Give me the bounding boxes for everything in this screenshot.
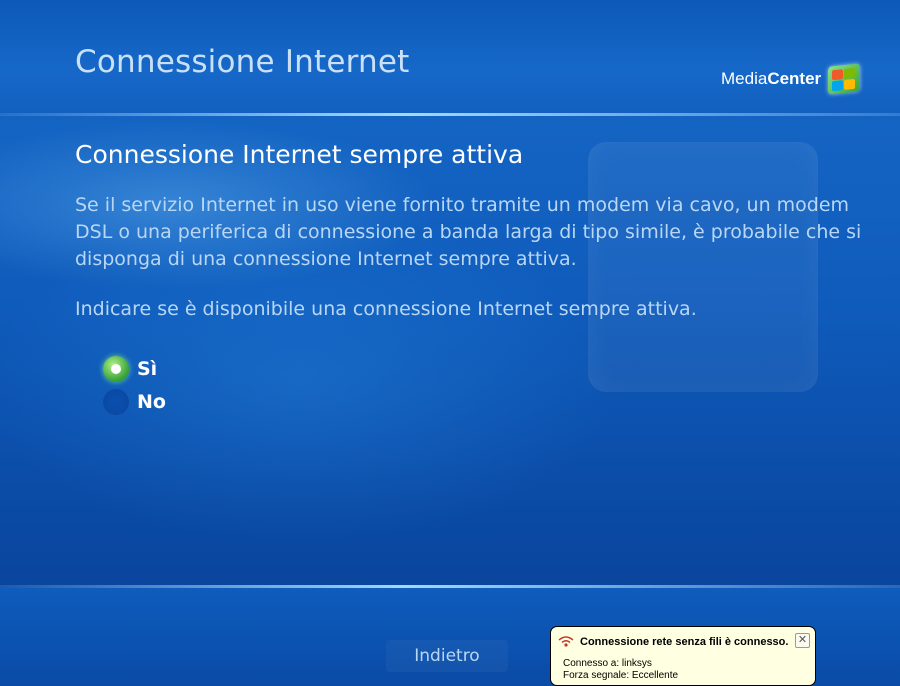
radio-option-si[interactable]: Sì: [103, 356, 157, 382]
radio-unselected-icon[interactable]: [103, 389, 129, 415]
question-text: Indicare se è disponibile una connession…: [75, 298, 697, 320]
radio-selected-icon[interactable]: [103, 356, 129, 382]
back-button[interactable]: Indietro: [386, 640, 508, 672]
windows-flag-icon: [828, 63, 861, 95]
media-center-window: Connessione Internet MediaCenter Conness…: [0, 0, 900, 686]
notification-connected-to: Connesso a: linksys: [563, 658, 652, 669]
radio-label-si[interactable]: Sì: [137, 358, 157, 380]
notification-title: Connessione rete senza fili è connesso.: [580, 636, 789, 648]
wireless-network-icon: [558, 636, 574, 647]
media-center-logo: MediaCenter: [721, 63, 861, 95]
logo-prefix: Media: [721, 69, 768, 88]
page-title: Connessione Internet: [75, 44, 410, 80]
close-icon[interactable]: ✕: [795, 633, 810, 648]
radio-option-no[interactable]: No: [103, 389, 166, 415]
radio-label-no[interactable]: No: [137, 391, 166, 413]
logo-bold: Center: [767, 69, 822, 88]
footer-divider: [0, 585, 900, 588]
section-heading: Connessione Internet sempre attiva: [75, 140, 524, 169]
notification-header: Connessione rete senza fili è connesso.: [557, 635, 788, 649]
header-divider: [0, 113, 900, 116]
logo-text: MediaCenter: [721, 69, 821, 89]
notification-signal-strength: Forza segnale: Eccellente: [563, 670, 679, 681]
description-text: Se il servizio Internet in uso viene for…: [75, 194, 862, 270]
notification-balloon[interactable]: Connessione rete senza fili è connesso. …: [550, 626, 816, 686]
